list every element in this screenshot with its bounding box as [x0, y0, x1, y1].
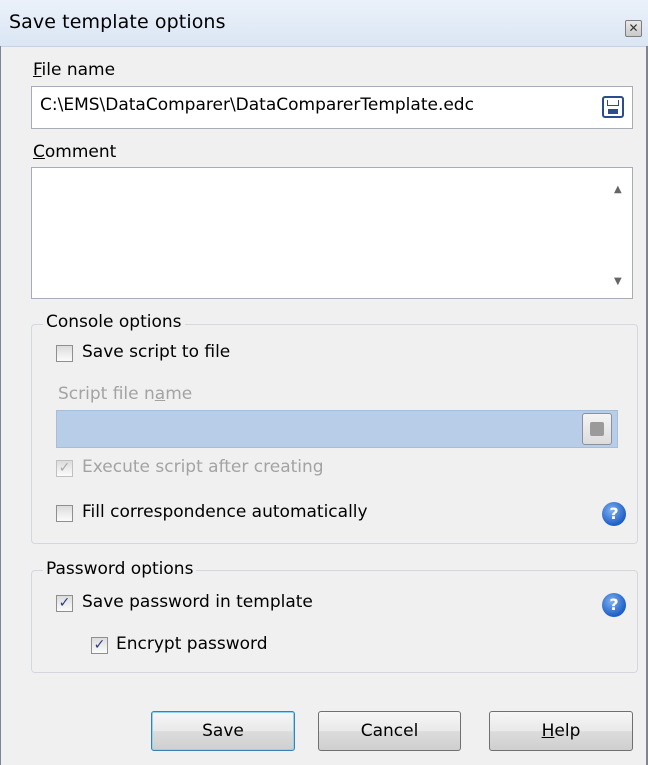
help-button-hotkey: H	[541, 721, 555, 741]
execute-script-check-icon: ✓	[58, 460, 71, 476]
title-bar: Save template options ✕	[0, 0, 648, 47]
fill-correspondence-checkbox[interactable]	[56, 505, 73, 522]
encrypt-password-label[interactable]: Encrypt password	[116, 634, 267, 654]
close-button[interactable]: ✕	[625, 20, 642, 37]
scroll-down-icon[interactable]: ▼	[614, 276, 622, 287]
window-border-left	[0, 46, 1, 765]
file-name-label: File name	[33, 60, 115, 80]
help-button-rest: elp	[554, 721, 581, 741]
help-button[interactable]: Help	[489, 711, 633, 751]
save-script-checkbox[interactable]	[56, 345, 73, 362]
execute-script-checkbox: ✓	[56, 460, 73, 477]
encrypt-password-check-icon: ✓	[93, 637, 106, 653]
fill-correspondence-label[interactable]: Fill correspondence automatically	[82, 502, 368, 522]
comment-label-rest: omment	[44, 142, 117, 162]
script-file-name-label-pre: Script file n	[58, 384, 155, 404]
save-password-label[interactable]: Save password in template	[82, 592, 313, 612]
script-file-name-label-hotkey: a	[154, 384, 166, 404]
browse-script-button	[582, 413, 612, 445]
password-options-title: Password options	[43, 559, 197, 579]
comment-label-hotkey: C	[33, 142, 45, 162]
script-file-name-label: Script file name	[58, 384, 192, 404]
cancel-button[interactable]: Cancel	[318, 711, 461, 751]
encrypt-password-checkbox[interactable]: ✓	[91, 637, 108, 654]
save-password-check-icon: ✓	[58, 595, 71, 611]
help-icon-glyph: ?	[609, 504, 619, 523]
save-password-checkbox[interactable]: ✓	[56, 595, 73, 612]
help-icon[interactable]: ?	[602, 502, 626, 526]
file-name-label-rest: ile name	[41, 60, 116, 80]
comment-label: Comment	[33, 142, 116, 162]
help-icon-glyph: ?	[609, 595, 619, 614]
console-options-title: Console options	[43, 312, 185, 332]
execute-script-label: Execute script after creating	[82, 457, 324, 477]
help-icon[interactable]: ?	[602, 593, 626, 617]
save-script-label[interactable]: Save script to file	[82, 342, 230, 362]
file-name-label-hotkey: F	[33, 60, 42, 80]
file-name-value: C:\EMS\DataComparer\DataComparerTemplate…	[40, 95, 474, 115]
close-icon: ✕	[628, 21, 639, 35]
save-button[interactable]: Save	[151, 711, 295, 751]
file-name-input[interactable]: C:\EMS\DataComparer\DataComparerTemplate…	[31, 86, 633, 129]
window-title: Save template options	[9, 11, 226, 33]
scroll-up-icon[interactable]: ▲	[614, 184, 622, 195]
script-file-name-input	[56, 410, 618, 448]
save-icon[interactable]	[602, 96, 624, 118]
comment-textarea[interactable]: ▲ ▼	[31, 167, 633, 299]
script-file-name-label-post: me	[165, 384, 193, 404]
comment-scrollbar[interactable]: ▲ ▼	[605, 168, 633, 298]
password-options-group	[31, 570, 638, 673]
